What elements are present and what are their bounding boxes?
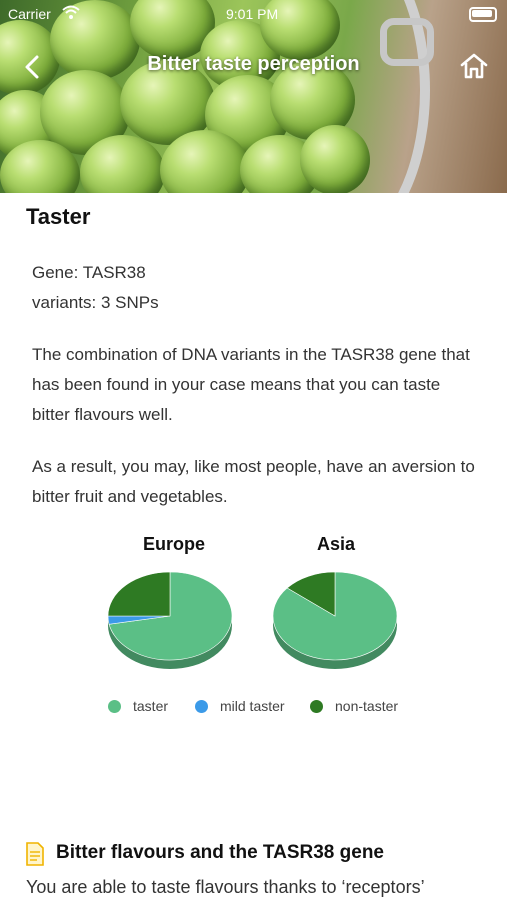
gene-info: Gene: TASR38 variants: 3 SNPs: [32, 258, 159, 318]
legend-label: non-taster: [335, 698, 399, 714]
chart-title-europe: Europe: [142, 534, 205, 554]
document-icon: [26, 842, 44, 866]
variant-count: variants: 3 SNPs: [32, 293, 159, 312]
legend-label: taster: [133, 698, 169, 714]
legend-dot-non-taster: [310, 699, 323, 713]
carrier-label: Carrier: [8, 6, 51, 22]
clock: 9:01 PM: [226, 6, 279, 22]
section-heading: Bitter flavours and the TASR38 gene: [56, 842, 384, 863]
pie-chart-asia: [272, 571, 398, 669]
legend-dot-taster: [108, 699, 121, 713]
legend-non-taster: non-taster: [310, 698, 398, 714]
result-description: The combination of DNA variants in the T…: [32, 345, 470, 424]
europe-slice-non-taster: [107, 571, 171, 617]
page-title: Bitter taste perception: [147, 53, 360, 75]
wifi-icon: [62, 5, 80, 19]
gene-name: Gene: TASR38: [32, 263, 146, 282]
legend-label: mild taster: [220, 698, 285, 714]
hero-image: [0, 0, 507, 193]
chart-title-asia: Asia: [316, 534, 356, 554]
result-consequence: As a result, you may, like most people, …: [32, 457, 475, 506]
result-heading: Taster: [26, 204, 91, 229]
battery-icon: [469, 7, 497, 22]
section-text: You are able to taste flavours thanks to…: [26, 877, 425, 897]
legend-dot-mild-taster: [195, 699, 208, 713]
legend-mild-taster: mild taster: [195, 698, 285, 714]
home-button[interactable]: [458, 51, 490, 81]
pie-chart-europe: [107, 571, 233, 669]
status-bar: Carrier 9:01 PM: [0, 0, 507, 28]
legend-taster: taster: [108, 698, 168, 714]
